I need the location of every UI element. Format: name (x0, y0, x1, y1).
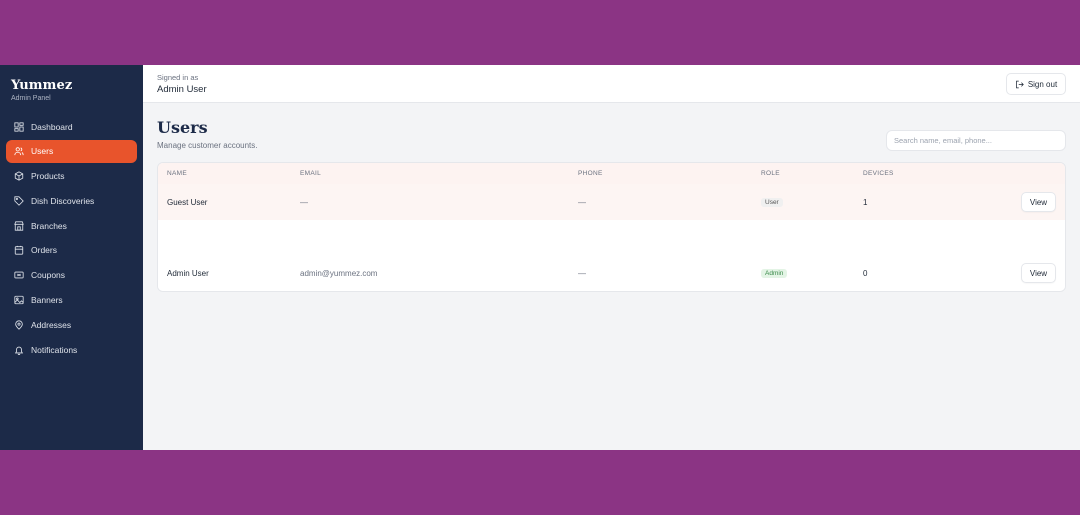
column-header-name: NAME (167, 170, 187, 177)
sidebar-nav: Dashboard Users Products Dish Discoverie… (6, 115, 137, 363)
sidebar-item-dashboard[interactable]: Dashboard (6, 115, 137, 138)
user-devices: 0 (863, 269, 868, 278)
ticket-icon (13, 270, 24, 281)
sidebar-item-orders[interactable]: Orders (6, 239, 137, 262)
user-phone: — (578, 269, 586, 278)
users-table: NAME EMAIL PHONE ROLE DEVICES Guest User… (157, 162, 1066, 292)
column-header-email: EMAIL (300, 170, 322, 177)
column-header-devices: DEVICES (863, 170, 894, 177)
sidebar: Yummez Admin Panel Dashboard Users Produ… (0, 65, 143, 450)
dashboard-icon (13, 121, 24, 132)
user-devices: 1 (863, 198, 868, 207)
sidebar-item-label: Branches (31, 220, 67, 231)
sidebar-item-label: Dashboard (31, 121, 73, 132)
sidebar-item-coupons[interactable]: Coupons (6, 264, 137, 287)
sidebar-item-label: Banners (31, 295, 63, 306)
orders-icon (13, 245, 24, 256)
user-name: Admin User (167, 269, 209, 278)
sidebar-item-label: Dish Discoveries (31, 195, 95, 206)
column-header-phone: PHONE (578, 170, 603, 177)
sidebar-item-label: Users (31, 146, 54, 157)
sidebar-item-notifications[interactable]: Notifications (6, 338, 137, 361)
sidebar-item-products[interactable]: Products (6, 165, 137, 188)
signed-in-label: Signed in as (157, 73, 199, 82)
sidebar-item-dish-discoveries[interactable]: Dish Discoveries (6, 189, 137, 212)
sign-out-button[interactable]: Sign out (1006, 73, 1066, 95)
user-name: Guest User (167, 198, 208, 207)
column-header-role: ROLE (761, 170, 780, 177)
user-email: — (300, 198, 308, 207)
search-input[interactable] (886, 130, 1066, 151)
table-row[interactable]: Admin User admin@yummez.com — Admin 0 Vi… (158, 255, 1065, 291)
sidebar-item-label: Coupons (31, 270, 66, 281)
role-badge: Admin (761, 269, 788, 278)
image-icon (13, 295, 24, 306)
map-pin-icon (13, 319, 24, 330)
view-button[interactable]: View (1021, 263, 1056, 283)
user-phone: — (578, 198, 586, 207)
table-row[interactable]: Guest User — — User 1 View (158, 184, 1065, 220)
brand: Yummez Admin Panel (11, 78, 72, 102)
main-content: Signed in as Admin User Sign out Users M… (143, 65, 1080, 450)
sidebar-item-branches[interactable]: Branches (6, 214, 137, 237)
sidebar-item-label: Products (31, 171, 65, 182)
store-icon (13, 220, 24, 231)
sign-out-label: Sign out (1027, 79, 1058, 89)
app-window: Yummez Admin Panel Dashboard Users Produ… (0, 65, 1080, 450)
table-header: NAME EMAIL PHONE ROLE DEVICES (158, 163, 1065, 184)
top-bar: Signed in as Admin User Sign out (143, 65, 1080, 103)
sidebar-item-label: Orders (31, 245, 57, 256)
sidebar-item-label: Addresses (31, 319, 72, 330)
sidebar-item-banners[interactable]: Banners (6, 289, 137, 312)
brand-title: Yummez (11, 78, 73, 93)
page-title: Users (157, 118, 208, 137)
box-icon (13, 171, 24, 182)
sidebar-item-addresses[interactable]: Addresses (6, 313, 137, 336)
bell-icon (13, 344, 24, 355)
signed-in-user: Admin User (157, 84, 207, 95)
role-badge: User (761, 198, 783, 207)
sign-out-icon (1015, 80, 1024, 88)
tag-icon (13, 195, 24, 206)
page-subtitle: Manage customer accounts. (157, 141, 258, 150)
sidebar-item-label: Notifications (31, 344, 78, 355)
users-icon (13, 146, 24, 157)
user-email: admin@yummez.com (300, 269, 378, 278)
view-button[interactable]: View (1021, 192, 1056, 212)
sidebar-item-users[interactable]: Users (6, 139, 137, 163)
brand-subtitle: Admin Panel (11, 95, 51, 102)
